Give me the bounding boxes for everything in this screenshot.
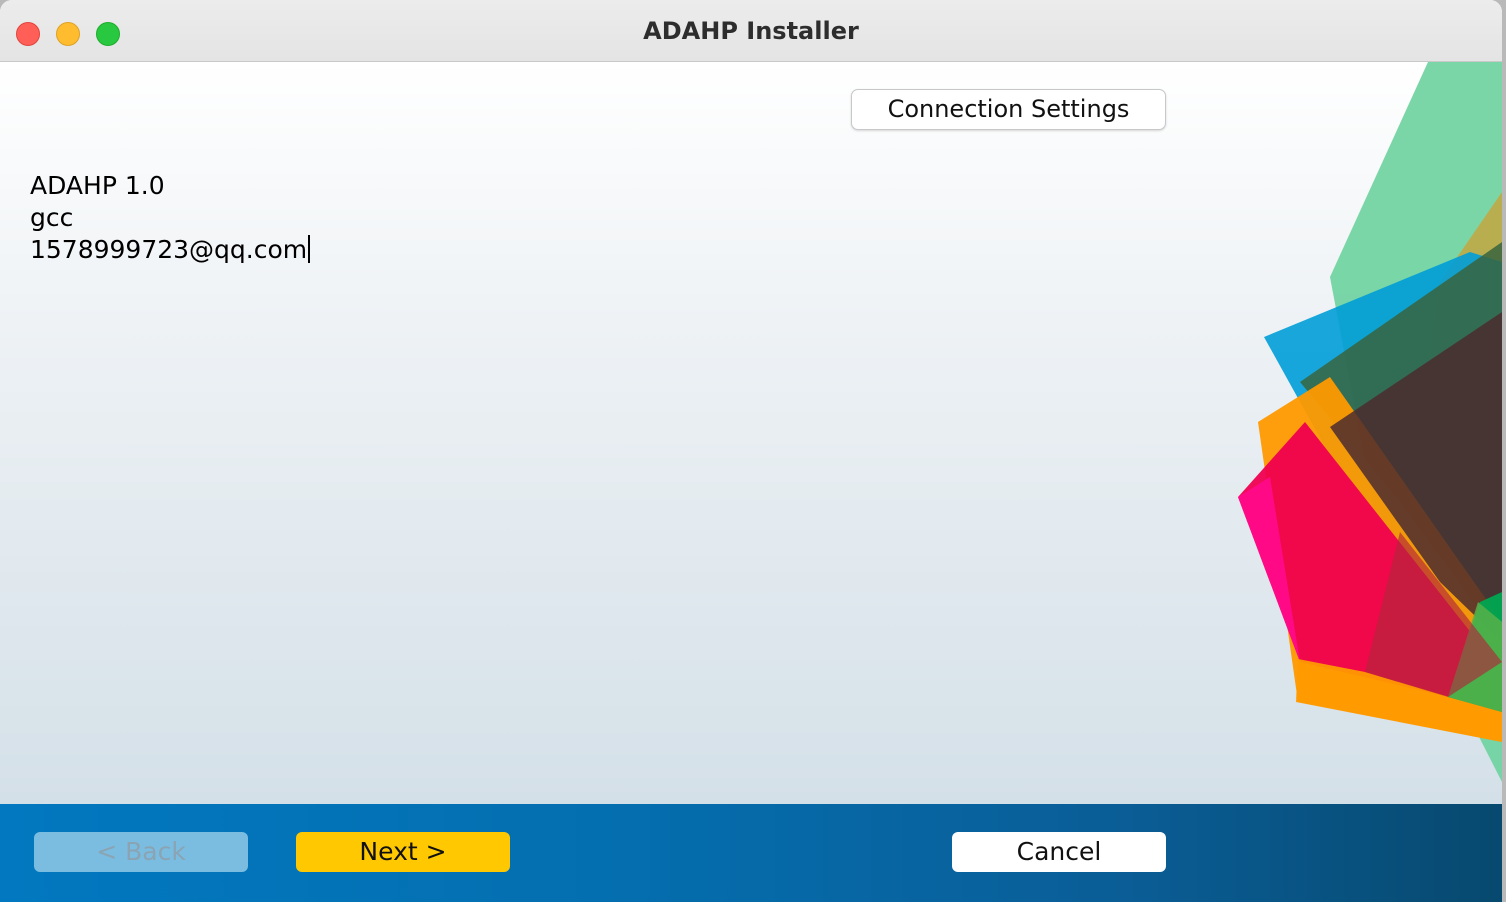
back-button[interactable]: < Back bbox=[34, 832, 248, 872]
title-bar[interactable]: ADAHP Installer bbox=[0, 0, 1502, 62]
product-info-text[interactable]: ADAHP 1.0 gcc 1578999723@qq.com bbox=[30, 170, 311, 266]
button-bar: < Back Next > Cancel bbox=[0, 804, 1502, 902]
installer-content: Connection Settings ADAHP 1.0 gcc 157899… bbox=[0, 62, 1502, 804]
window-title: ADAHP Installer bbox=[643, 17, 859, 45]
email-text: 1578999723@qq.com bbox=[30, 235, 308, 264]
cancel-button[interactable]: Cancel bbox=[952, 832, 1166, 872]
connection-settings-button[interactable]: Connection Settings bbox=[851, 89, 1166, 130]
next-button[interactable]: Next > bbox=[296, 832, 510, 872]
installer-window: ADAHP Installer Connection Settings ADAH… bbox=[0, 0, 1502, 902]
email-line: 1578999723@qq.com bbox=[30, 234, 311, 266]
decorative-polygons bbox=[1238, 62, 1502, 782]
user-name-text: gcc bbox=[30, 203, 74, 232]
product-version-text: ADAHP 1.0 bbox=[30, 171, 165, 200]
text-caret bbox=[308, 235, 311, 263]
